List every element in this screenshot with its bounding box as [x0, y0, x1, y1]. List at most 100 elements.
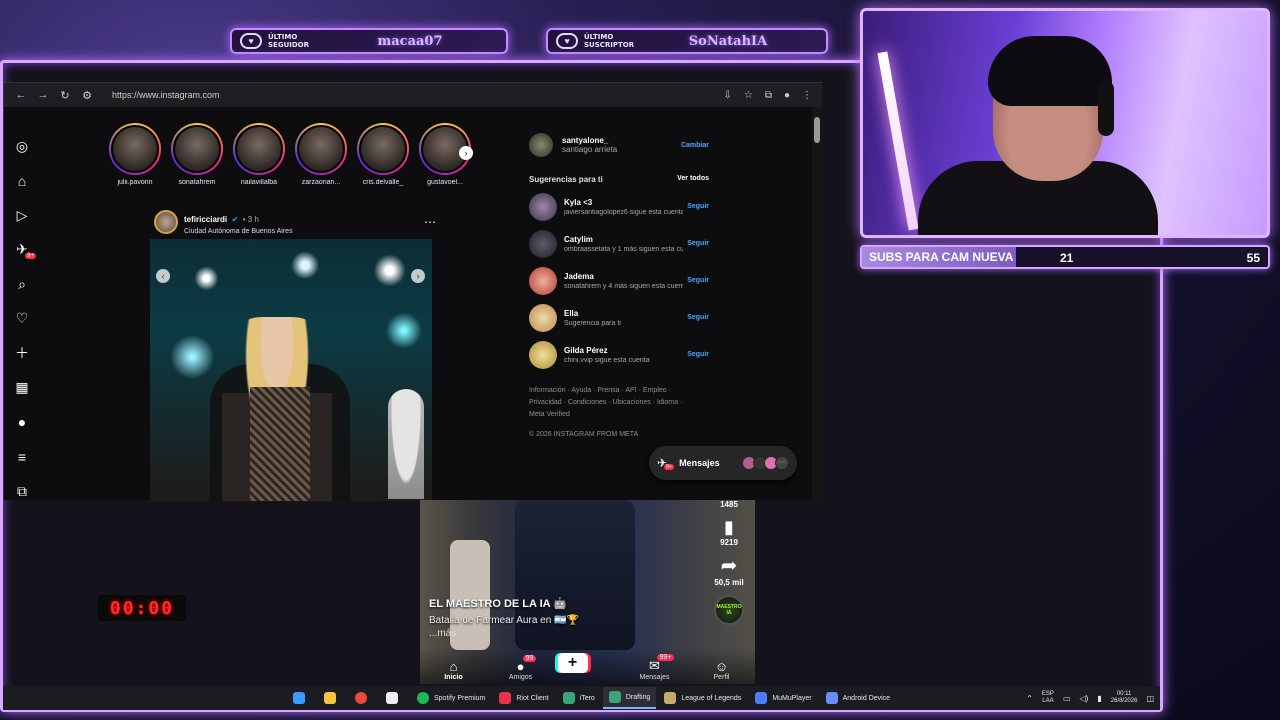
chevron-up-icon[interactable]: ⌃: [1026, 694, 1033, 703]
carousel-next-icon[interactable]: ›: [411, 269, 425, 283]
follow-button[interactable]: Seguir: [687, 240, 709, 247]
network-icon[interactable]: ▭: [1063, 694, 1071, 703]
tab-amigos[interactable]: 99 ● Amigos: [491, 655, 551, 681]
bookmark-star-icon[interactable]: ☆: [744, 90, 753, 101]
post-image[interactable]: [150, 239, 432, 501]
file-explorer-button[interactable]: [318, 687, 347, 709]
create-button[interactable]: +: [557, 653, 618, 681]
capcut-button[interactable]: [380, 687, 409, 709]
tab-perfil[interactable]: ☺ Perfil: [692, 659, 752, 681]
avatar[interactable]: [154, 210, 178, 234]
league-icon: [664, 692, 677, 704]
music-disc-icon[interactable]: MAESTRO IA: [714, 595, 744, 625]
follow-button[interactable]: Seguir: [687, 203, 709, 210]
account-username[interactable]: santyalone_: [562, 136, 681, 145]
tab-mensajes[interactable]: 99+ ✉ Mensajes: [625, 654, 685, 681]
suggestion-item: Ella Sugerencia para ti Seguir: [529, 299, 709, 336]
volume-icon[interactable]: ◁): [1080, 694, 1089, 703]
start-button[interactable]: [287, 687, 316, 709]
extensions-icon[interactable]: ⧉: [765, 90, 772, 101]
dashboard-icon[interactable]: ▦: [10, 371, 34, 406]
goal-target: 55: [1246, 251, 1260, 265]
riot-icon: [499, 692, 512, 704]
create-icon[interactable]: ＋: [10, 336, 34, 371]
current-account: santyalone_ santiago arrieta Cambiar: [529, 133, 709, 157]
chrome-button[interactable]: [349, 687, 378, 709]
stories-next-icon[interactable]: ›: [459, 146, 473, 160]
page-scrollbar[interactable]: [812, 107, 822, 501]
avatar[interactable]: [529, 133, 553, 157]
post-username[interactable]: tefiricciardi: [184, 215, 227, 224]
battery-icon[interactable]: ▮: [1097, 694, 1101, 703]
menu-icon[interactable]: ≡: [10, 440, 34, 475]
follow-button[interactable]: Seguir: [687, 277, 709, 284]
heart-icon: ♥: [240, 33, 262, 49]
taskbar-app[interactable]: Spotify Premium: [411, 687, 491, 709]
story-item[interactable]: sonatahrem: [170, 123, 224, 186]
home-icon[interactable]: ⌂: [10, 164, 34, 199]
story-item[interactable]: julii.pavonn: [108, 123, 162, 186]
webcam-feed: [860, 8, 1270, 238]
channel-name[interactable]: EL MAESTRO DE LA IA 🤖: [429, 597, 659, 610]
messages-badge: 99+: [656, 654, 675, 661]
share-icon[interactable]: ➦: [709, 553, 749, 578]
footer-links[interactable]: Información · Ayuda · Prensa · API · Emp…: [529, 385, 689, 421]
carousel-prev-icon[interactable]: ‹: [156, 269, 170, 283]
install-icon[interactable]: ⇩: [723, 90, 731, 101]
capcut-icon: [386, 692, 398, 704]
taskbar-app[interactable]: League of Legends: [658, 687, 747, 709]
bookmark-icon[interactable]: ▮: [709, 517, 749, 538]
avatar[interactable]: [529, 229, 557, 258]
taskbar-app[interactable]: Android Device: [820, 687, 896, 709]
more-link[interactable]: ...más: [429, 628, 659, 639]
apps-icon[interactable]: ⧉: [10, 474, 34, 509]
folder-icon: [324, 692, 336, 704]
messages-icon[interactable]: ✈ 9+: [10, 233, 36, 268]
reels-icon[interactable]: ▷: [10, 198, 34, 233]
search-icon[interactable]: ⌕: [10, 267, 34, 302]
avatar[interactable]: [529, 192, 557, 221]
url-field[interactable]: https://www.instagram.com: [112, 90, 723, 100]
last-subscriber-name: SoNatahIA: [688, 33, 768, 49]
browser-menu-icon[interactable]: ⋮: [802, 90, 812, 101]
avatar[interactable]: ●: [10, 405, 34, 440]
post-location[interactable]: Ciudad Autónoma de Buenos Aires: [184, 228, 293, 235]
story-item[interactable]: nailavillalba: [232, 123, 286, 186]
forward-icon[interactable]: →: [32, 89, 54, 101]
last-subscriber-caption: ÚLTIMO SUSCRIPTOR: [584, 33, 635, 49]
heart-icon[interactable]: ♡: [10, 302, 34, 337]
switch-account-link[interactable]: Cambiar: [681, 142, 709, 149]
home-icon: ⌂: [449, 659, 458, 674]
taskbar-app[interactable]: Drafting: [602, 687, 657, 709]
profile-icon: ☺: [714, 659, 729, 674]
avatar[interactable]: [529, 303, 557, 332]
taskbar-app[interactable]: Riot Client: [493, 687, 554, 709]
story-item[interactable]: zarzaorian...: [294, 123, 348, 186]
avatar[interactable]: [529, 340, 557, 369]
see-all-link[interactable]: Ver todos: [677, 175, 709, 184]
reload-icon[interactable]: ↻: [54, 89, 76, 102]
instagram-logo-icon[interactable]: ◎: [10, 129, 34, 164]
clock[interactable]: 00:11 26/8/2026: [1111, 691, 1138, 705]
follow-button[interactable]: Seguir: [687, 314, 709, 321]
right-column: santyalone_ santiago arrieta Cambiar Sug…: [529, 133, 709, 438]
back-icon[interactable]: ←: [10, 89, 32, 101]
last-follower-name: macaa07: [377, 33, 443, 49]
profile-icon[interactable]: ●: [784, 90, 790, 101]
language-indicator[interactable]: ESP LAA: [1042, 691, 1054, 705]
taskbar-app[interactable]: MuMuPlayer: [749, 687, 817, 709]
stories-tray: julii.pavonn sonatahrem nailavillalba za…: [108, 123, 472, 186]
site-info-icon[interactable]: ⚙: [76, 89, 98, 102]
messages-button[interactable]: ✈ 9+ Mensajes ⋯: [649, 446, 797, 480]
taskbar: Spotify Premium Riot Client iTero Drafti…: [3, 686, 1160, 710]
more-options-icon[interactable]: ⋯: [424, 215, 436, 229]
follow-button[interactable]: Seguir: [687, 351, 709, 358]
verified-icon: ✔: [231, 215, 239, 224]
notifications-icon[interactable]: ◫: [1146, 694, 1154, 703]
post-time: • 3 h: [242, 215, 259, 224]
story-item[interactable]: cris.delvalle_: [356, 123, 410, 186]
tab-inicio[interactable]: ⌂ Inicio: [424, 659, 484, 681]
taskbar-app[interactable]: iTero: [557, 687, 601, 709]
friends-badge: 99: [522, 655, 537, 662]
avatar[interactable]: [529, 266, 557, 295]
